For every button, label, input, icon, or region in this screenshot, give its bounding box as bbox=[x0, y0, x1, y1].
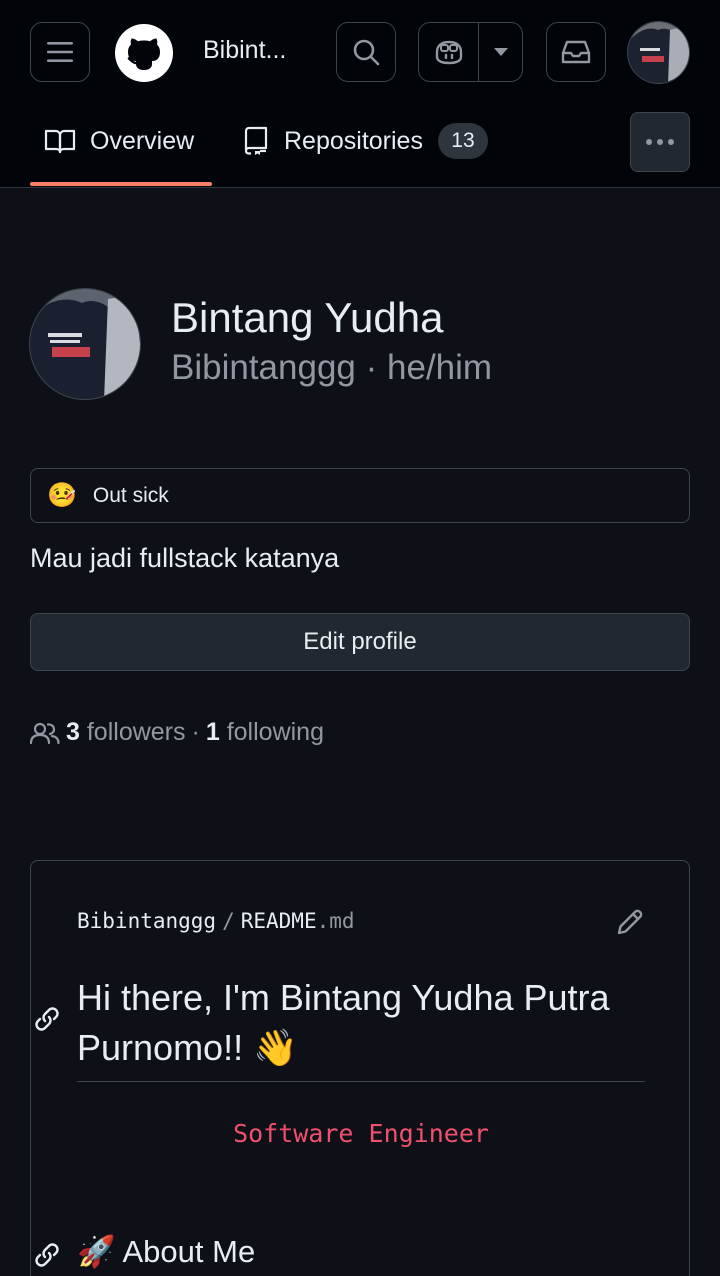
copilot-button[interactable] bbox=[419, 23, 479, 81]
profile-avatar[interactable] bbox=[29, 288, 141, 400]
readme-divider bbox=[77, 1081, 645, 1082]
tab-overview[interactable]: Overview bbox=[44, 118, 194, 164]
readme-extension: .md bbox=[316, 909, 355, 933]
github-logo[interactable] bbox=[114, 23, 174, 83]
readme-filename: README bbox=[240, 909, 317, 933]
user-avatar[interactable] bbox=[627, 21, 690, 84]
top-header: Bibint... Overview Repositories 13 bbox=[0, 0, 720, 188]
readme-path-separator: / bbox=[222, 909, 235, 933]
avatar-image bbox=[628, 22, 689, 83]
caret-down-icon bbox=[493, 48, 508, 56]
copilot-menu-button[interactable] bbox=[479, 23, 522, 81]
following-count: 1 bbox=[205, 718, 220, 746]
readme-card: Bibintanggg / README.md Hi there, I'm Bint… bbox=[30, 860, 690, 1276]
link-icon[interactable] bbox=[33, 1241, 61, 1269]
hamburger-icon bbox=[47, 42, 73, 62]
tab-overview-label: Overview bbox=[90, 126, 195, 155]
repositories-count-badge: 13 bbox=[437, 123, 488, 159]
status-emoji: 🤒 bbox=[47, 482, 77, 509]
more-options-button[interactable] bbox=[630, 112, 690, 172]
follow-separator: · bbox=[191, 718, 200, 746]
repo-icon bbox=[244, 126, 268, 155]
copilot-button-group bbox=[418, 22, 523, 82]
profile-fullname: Bintang Yudha bbox=[171, 294, 444, 341]
copilot-icon bbox=[435, 40, 462, 65]
book-icon bbox=[44, 129, 76, 154]
search-icon bbox=[353, 39, 380, 66]
readme-heading: Hi there, I'm Bintang Yudha Putra Purnom… bbox=[77, 977, 610, 1068]
people-icon bbox=[30, 722, 60, 744]
profile-login: Bibintanggg bbox=[171, 348, 356, 387]
profile-bio: Mau jadi fullstack katanya bbox=[30, 543, 340, 573]
readme-owner-link[interactable]: Bibintanggg bbox=[77, 909, 216, 933]
search-button[interactable] bbox=[336, 22, 396, 82]
profile-pronouns: he/him bbox=[387, 348, 493, 387]
tab-repositories-label: Repositories bbox=[284, 126, 423, 155]
pencil-icon[interactable] bbox=[615, 907, 645, 937]
followers-label: followers bbox=[86, 718, 186, 746]
login-separator: · bbox=[365, 348, 378, 387]
follow-stats: 3 followers · 1 following bbox=[30, 718, 324, 747]
followers-link[interactable]: 3 followers bbox=[66, 718, 186, 747]
edit-profile-button[interactable]: Edit profile bbox=[30, 613, 690, 671]
followers-count: 3 bbox=[66, 718, 80, 746]
profile-login-line: Bibintanggg · he/him bbox=[171, 348, 492, 388]
tab-repositories[interactable]: Repositories 13 bbox=[242, 118, 488, 164]
link-icon[interactable] bbox=[33, 1005, 61, 1033]
readme-section-heading: 🚀 About Me bbox=[77, 1234, 256, 1269]
inbox-icon bbox=[561, 40, 591, 64]
status-text: Out sick bbox=[92, 483, 169, 507]
status-box[interactable]: 🤒 Out sick bbox=[30, 468, 690, 523]
kebab-horizontal-icon bbox=[646, 139, 674, 145]
inbox-button[interactable] bbox=[546, 22, 606, 82]
following-link[interactable]: 1 following bbox=[206, 718, 324, 747]
readme-path: Bibintanggg / README.md bbox=[77, 909, 355, 933]
readme-role: Software Engineer bbox=[233, 1119, 489, 1148]
header-username[interactable]: Bibint... bbox=[203, 36, 286, 65]
profile-avatar-image bbox=[30, 289, 140, 399]
selected-tab-indicator bbox=[30, 182, 212, 186]
following-label: following bbox=[226, 718, 324, 746]
menu-button[interactable] bbox=[30, 22, 90, 82]
